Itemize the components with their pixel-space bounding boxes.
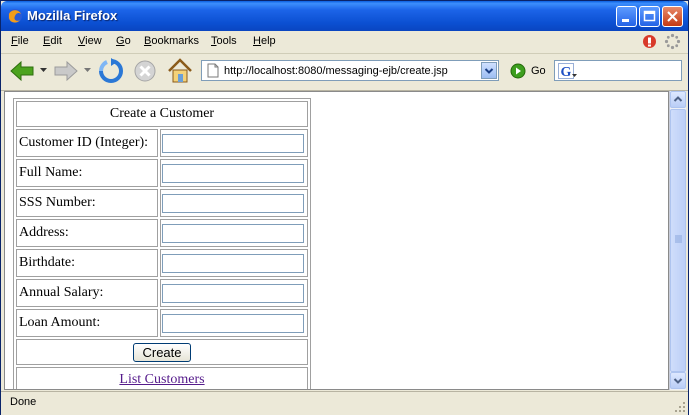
grip-lines-icon <box>675 235 682 243</box>
list-customers-link[interactable]: List Customers <box>119 372 204 387</box>
menu-help[interactable]: Help <box>253 35 276 47</box>
firefox-icon <box>8 9 22 23</box>
go-icon[interactable] <box>510 63 526 79</box>
full-name-input[interactable] <box>162 163 304 183</box>
throbber-icon <box>664 33 681 50</box>
form-row-sss-number: SSS Number: <box>16 189 308 217</box>
close-icon <box>667 11 678 22</box>
url-dropdown-button[interactable] <box>481 62 497 79</box>
close-button[interactable] <box>662 6 683 27</box>
menu-file[interactable]: File <box>11 35 29 47</box>
reload-icon[interactable] <box>97 58 125 84</box>
scroll-thumb[interactable] <box>670 109 686 372</box>
browser-window: Mozilla Firefox File Edit View Go Bookma… <box>0 0 689 415</box>
sss-number-input[interactable] <box>162 193 304 213</box>
forward-arrow-icon[interactable] <box>53 59 79 83</box>
page-icon <box>207 63 219 78</box>
form-row-loan-amount: Loan Amount: <box>16 309 308 337</box>
scroll-up-button[interactable] <box>670 91 686 108</box>
menu-view[interactable]: View <box>78 35 102 47</box>
birthdate-label: Birthdate: <box>16 249 158 277</box>
minimize-button[interactable] <box>616 6 637 27</box>
stop-icon[interactable] <box>133 59 157 83</box>
status-bar: Done <box>1 391 688 415</box>
scroll-down-button[interactable] <box>670 372 686 389</box>
menu-edit[interactable]: Edit <box>43 35 62 47</box>
form-title: Create a Customer <box>16 101 308 127</box>
address-label: Address: <box>16 219 158 247</box>
form-row-address: Address: <box>16 219 308 247</box>
menu-bar: File Edit View Go Bookmarks Tools Help <box>1 31 688 54</box>
form-row-annual-salary: Annual Salary: <box>16 279 308 307</box>
address-bar[interactable] <box>201 60 499 81</box>
maximize-button[interactable] <box>639 6 660 27</box>
window-title: Mozilla Firefox <box>27 8 118 23</box>
sss-number-label: SSS Number: <box>16 189 158 217</box>
customer-id-label: Customer ID (Integer): <box>16 129 158 157</box>
chevron-down-icon <box>484 68 494 74</box>
address-input[interactable] <box>162 223 304 243</box>
forward-dropdown-icon[interactable] <box>83 66 92 74</box>
loan-amount-input[interactable] <box>162 313 304 333</box>
status-text: Done <box>10 396 37 408</box>
url-input[interactable] <box>224 63 476 78</box>
chevron-up-icon <box>673 96 683 102</box>
go-button-label[interactable]: Go <box>531 65 546 77</box>
page-content: Create a Customer Customer ID (Integer):… <box>4 91 669 390</box>
minimize-icon <box>622 19 629 22</box>
menu-bookmarks[interactable]: Bookmarks <box>144 35 199 47</box>
navigation-toolbar: Go G <box>1 54 688 91</box>
back-arrow-icon[interactable] <box>9 59 35 83</box>
search-bar[interactable]: G <box>554 60 682 81</box>
home-icon[interactable] <box>166 57 194 85</box>
customer-id-input[interactable] <box>162 133 304 153</box>
resize-grip-icon[interactable] <box>674 401 686 413</box>
create-button[interactable]: Create <box>133 342 191 362</box>
annual-salary-input[interactable] <box>162 283 304 303</box>
google-search-icon[interactable]: G <box>558 63 578 79</box>
form-row-full-name: Full Name: <box>16 159 308 187</box>
maximize-icon <box>643 10 656 22</box>
stop-indicator-icon <box>643 35 656 48</box>
loan-amount-label: Loan Amount: <box>16 309 158 337</box>
chevron-down-icon <box>673 378 683 384</box>
menu-tools[interactable]: Tools <box>211 35 237 47</box>
full-name-label: Full Name: <box>16 159 158 187</box>
form-row-birthdate: Birthdate: <box>16 249 308 277</box>
menu-go[interactable]: Go <box>116 35 131 47</box>
vertical-scrollbar[interactable] <box>669 91 686 390</box>
form-row-customer-id: Customer ID (Integer): <box>16 129 308 157</box>
svg-text:G: G <box>561 65 572 79</box>
create-customer-form: Create a Customer Customer ID (Integer):… <box>13 98 311 389</box>
back-dropdown-icon[interactable] <box>39 66 48 74</box>
birthdate-input[interactable] <box>162 253 304 273</box>
annual-salary-label: Annual Salary: <box>16 279 158 307</box>
title-bar[interactable]: Mozilla Firefox <box>1 1 688 31</box>
